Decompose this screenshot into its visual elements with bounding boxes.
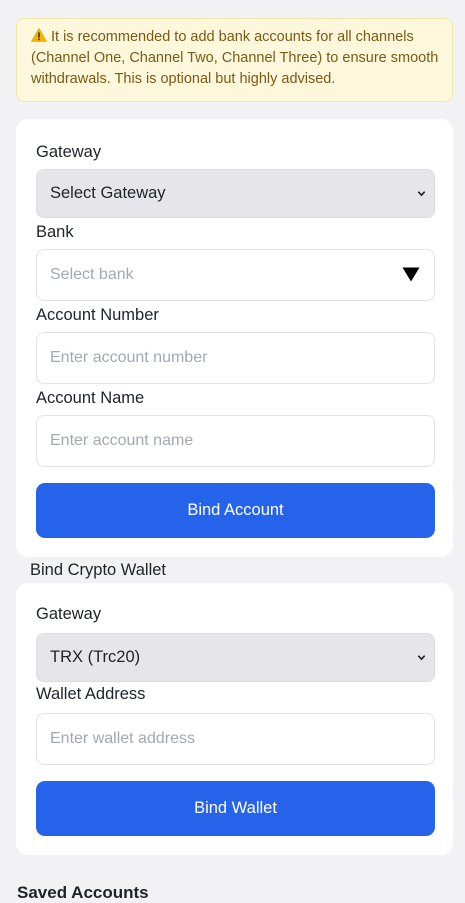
warning-notice: It is recommended to add bank accounts f… (16, 18, 453, 102)
bank-account-card: Gateway Select Gateway Bank Select bank … (16, 119, 453, 557)
gateway-label: Gateway (36, 143, 102, 161)
account-name-placeholder: Enter account name (50, 432, 194, 449)
wallet-address-label: Wallet Address (36, 685, 146, 703)
account-number-label: Account Number (36, 306, 159, 324)
bank-label: Bank (36, 223, 74, 241)
account-name-input[interactable]: Enter account name (36, 415, 435, 467)
account-number-placeholder: Enter account number (50, 349, 208, 366)
crypto-gateway-select-value: TRX (Trc20) (50, 648, 141, 666)
chevron-down-icon (417, 655, 426, 661)
account-number-input[interactable]: Enter account number (36, 332, 435, 384)
gateway-select[interactable]: Select Gateway (36, 169, 435, 218)
chevron-down-icon (417, 191, 426, 197)
triangle-down-icon (402, 267, 420, 282)
crypto-gateway-select[interactable]: TRX (Trc20) (36, 633, 435, 682)
bank-select[interactable]: Select bank (36, 249, 435, 301)
wallet-address-placeholder: Enter wallet address (50, 730, 195, 747)
crypto-wallet-card: Gateway TRX (Trc20) Wallet Address Enter… (16, 583, 453, 855)
crypto-gateway-label: Gateway (36, 605, 102, 623)
warning-icon (31, 28, 47, 42)
bind-account-button[interactable]: Bind Account (36, 483, 435, 538)
saved-accounts-title: Saved Accounts (17, 883, 149, 902)
wallet-address-input[interactable]: Enter wallet address (36, 713, 435, 765)
gateway-select-value: Select Gateway (50, 184, 166, 202)
bind-wallet-button[interactable]: Bind Wallet (36, 781, 435, 836)
bind-crypto-wallet-title: Bind Crypto Wallet (30, 561, 167, 579)
notice-text: It is recommended to add bank accounts f… (31, 29, 439, 87)
bank-select-placeholder: Select bank (50, 266, 134, 283)
account-name-label: Account Name (36, 389, 145, 407)
